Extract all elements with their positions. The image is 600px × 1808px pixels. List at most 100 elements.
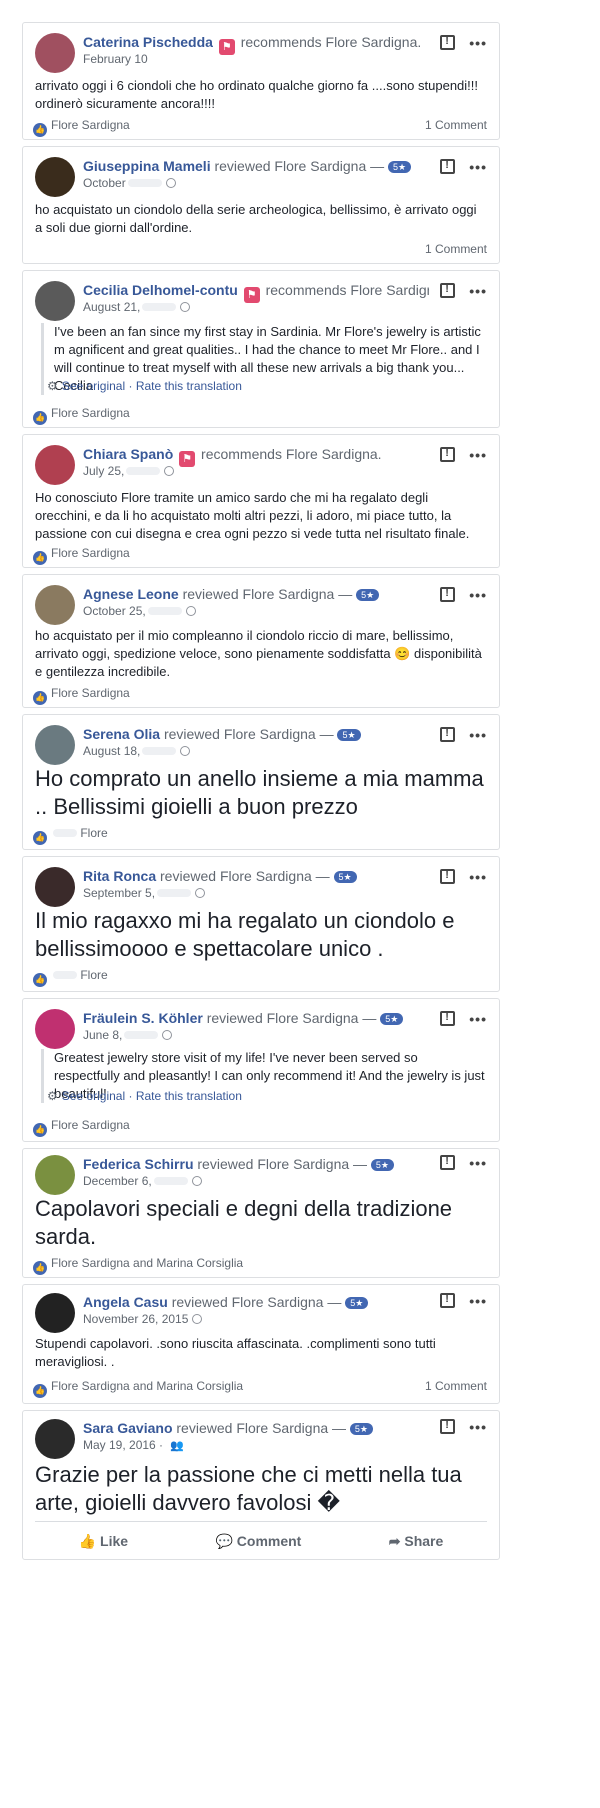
redacted-year	[127, 179, 162, 187]
report-icon[interactable]	[440, 727, 456, 742]
page-link[interactable]: Flore Sardigna —	[232, 1294, 342, 1310]
likers[interactable]: Flore Sardigna	[51, 546, 130, 560]
more-dots-icon[interactable]: •••	[469, 1011, 487, 1027]
author-name[interactable]: Serena Olia	[83, 726, 160, 742]
see-original-link[interactable]: See original	[62, 379, 125, 393]
avatar[interactable]	[35, 1155, 75, 1195]
redacted-name	[53, 829, 77, 837]
author-name[interactable]: Caterina Pischedda	[83, 34, 213, 50]
likers[interactable]: Flore Sardigna and Marina Corsiglia	[51, 1256, 243, 1270]
report-icon[interactable]	[440, 447, 456, 462]
report-icon[interactable]	[440, 1011, 456, 1026]
report-icon[interactable]	[440, 1155, 456, 1170]
author-name[interactable]: Federica Schirru	[83, 1156, 194, 1172]
more-dots-icon[interactable]: •••	[469, 1419, 487, 1435]
avatar[interactable]	[35, 1293, 75, 1333]
post-date[interactable]: December 6,	[83, 1173, 202, 1189]
report-icon[interactable]	[440, 283, 456, 298]
more-dots-icon[interactable]: •••	[469, 447, 487, 463]
likers[interactable]: Flore Sardigna and Marina Corsiglia	[51, 1379, 243, 1393]
post-date[interactable]: May 19, 2016 · 👥	[83, 1437, 184, 1454]
report-icon[interactable]	[440, 35, 456, 50]
avatar[interactable]	[35, 33, 75, 73]
author-name[interactable]: Cecilia Delhomel-contu	[83, 282, 238, 298]
rating-badge: 5★	[349, 1423, 373, 1435]
page-link[interactable]: Flore Sardigna.	[350, 282, 429, 298]
like-button[interactable]: 👍 Like	[79, 1533, 128, 1550]
more-dots-icon[interactable]: •••	[469, 159, 487, 175]
page-link[interactable]: Flore Sardigna —	[267, 1010, 377, 1026]
likers[interactable]: Flore Sardigna	[51, 1118, 130, 1132]
review-card: Agnese Leone reviewed Flore Sardigna — 5…	[22, 574, 500, 708]
avatar[interactable]	[35, 867, 75, 907]
page-link[interactable]: Flore Sardigna —	[274, 158, 384, 174]
reactions-bar: 👍 Flore Sardigna	[33, 405, 487, 425]
avatar[interactable]	[35, 585, 75, 625]
post-date[interactable]: August 18,	[83, 743, 191, 759]
review-verb: reviewed	[182, 586, 239, 602]
reactions-bar: 👍 Flore Sardigna and Marina Corsiglia 1 C…	[33, 1378, 487, 1398]
avatar[interactable]	[35, 1009, 75, 1049]
likers[interactable]: Flore Sardigna	[51, 118, 130, 132]
rating-badge: 5★	[380, 1013, 404, 1025]
report-icon[interactable]	[440, 1293, 456, 1308]
more-dots-icon[interactable]: •••	[469, 869, 487, 885]
review-text: Grazie per la passione che ci metti nell…	[35, 1462, 462, 1515]
author-name[interactable]: Rita Ronca	[83, 868, 156, 884]
avatar[interactable]	[35, 157, 75, 197]
page-link[interactable]: Flore Sardigna —	[236, 1420, 346, 1436]
page-link[interactable]: Flore Sardigna —	[243, 586, 353, 602]
author-name[interactable]: Agnese Leone	[83, 586, 179, 602]
report-icon[interactable]	[440, 1419, 456, 1434]
report-icon[interactable]	[440, 587, 456, 602]
post-date[interactable]: November 26, 2015	[83, 1311, 203, 1327]
report-icon[interactable]	[440, 869, 456, 884]
likers[interactable]: Flore	[80, 968, 107, 982]
like-thumb-icon: 👍	[33, 411, 47, 425]
rate-translation-link[interactable]: Rate this translation	[136, 379, 242, 393]
author-name[interactable]: Sara Gaviano	[83, 1420, 173, 1436]
page-link[interactable]: Flore Sardigna —	[257, 1156, 367, 1172]
author-name[interactable]: Fräulein S. Köhler	[83, 1010, 203, 1026]
post-date[interactable]: September 5,	[83, 885, 206, 901]
page-link[interactable]: Flore Sardigna.	[286, 446, 382, 462]
post-date[interactable]: July 25,	[83, 463, 175, 479]
more-dots-icon[interactable]: •••	[469, 283, 487, 299]
redacted-year	[142, 747, 177, 755]
post-date[interactable]: August 21,	[83, 299, 191, 315]
post-date[interactable]: June 8,	[83, 1027, 173, 1043]
recommend-flag-icon: ⚑	[179, 451, 196, 467]
post-controls: •••	[440, 1293, 487, 1309]
avatar[interactable]	[35, 725, 75, 765]
more-dots-icon[interactable]: •••	[469, 727, 487, 743]
post-date[interactable]: February 10	[83, 51, 148, 67]
avatar[interactable]	[35, 1419, 75, 1459]
comment-count[interactable]: 1 Comment	[425, 117, 487, 133]
author-name[interactable]: Angela Casu	[83, 1294, 168, 1310]
comment-count[interactable]: 1 Comment	[425, 1378, 487, 1394]
page-link[interactable]: Flore Sardigna —	[220, 868, 330, 884]
share-button[interactable]: ➦ Share	[389, 1533, 444, 1550]
avatar[interactable]	[35, 445, 75, 485]
report-icon[interactable]	[440, 159, 456, 174]
page-link[interactable]: Flore Sardigna —	[224, 726, 334, 742]
author-name[interactable]: Chiara Spanò	[83, 446, 173, 462]
likers[interactable]: Flore Sardigna	[51, 686, 130, 700]
avatar[interactable]	[35, 281, 75, 321]
like-thumb-icon: 👍	[33, 691, 47, 705]
comment-count[interactable]: 1 Comment	[425, 241, 487, 257]
page-link[interactable]: Flore Sardigna.	[326, 34, 422, 50]
post-controls: •••	[440, 283, 487, 299]
more-dots-icon[interactable]: •••	[469, 1293, 487, 1309]
likers[interactable]: Flore	[80, 826, 107, 840]
see-original-link[interactable]: See original	[62, 1089, 125, 1103]
likers[interactable]: Flore Sardigna	[51, 406, 130, 420]
more-dots-icon[interactable]: •••	[469, 1155, 487, 1171]
post-date[interactable]: October	[83, 175, 176, 191]
more-dots-icon[interactable]: •••	[469, 587, 487, 603]
rate-translation-link[interactable]: Rate this translation	[136, 1089, 242, 1103]
post-date[interactable]: October 25,	[83, 603, 196, 619]
author-name[interactable]: Giuseppina Mameli	[83, 158, 211, 174]
more-dots-icon[interactable]: •••	[469, 35, 487, 51]
comment-button[interactable]: 💬 Comment	[215, 1533, 301, 1550]
